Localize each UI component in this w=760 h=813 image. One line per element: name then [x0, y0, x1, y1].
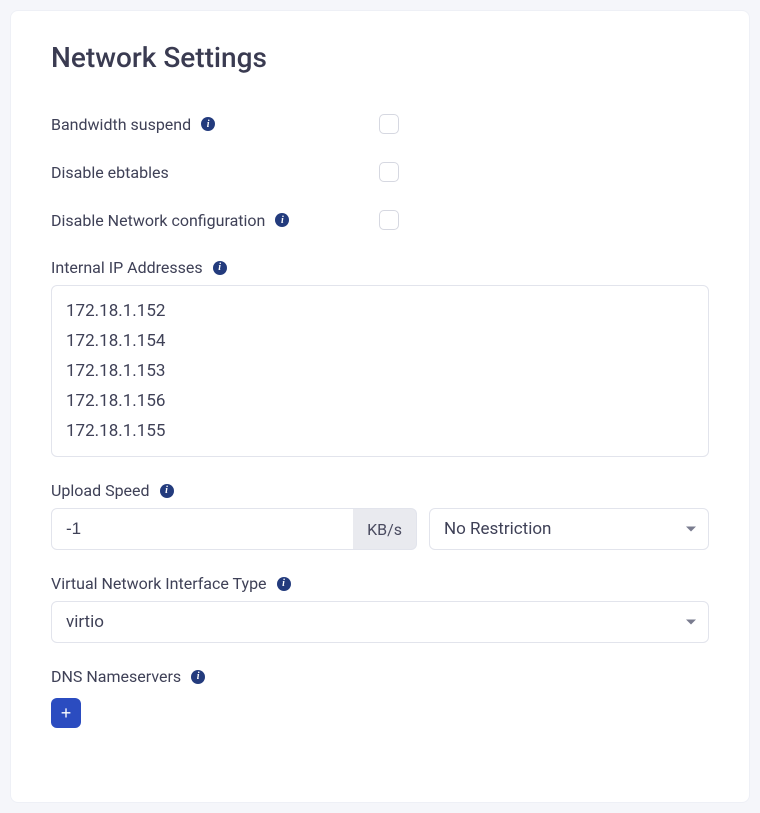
- info-icon[interactable]: i: [275, 213, 289, 227]
- upload-speed-input[interactable]: [51, 508, 354, 550]
- upload-speed-unit: KB/s: [353, 508, 417, 550]
- upload-speed-label-text: Upload Speed: [51, 481, 150, 500]
- vnic-type-label: Virtual Network Interface Type i: [51, 574, 709, 593]
- disable-net-config-row: Disable Network configuration i: [51, 210, 709, 230]
- list-item[interactable]: 172.18.1.155: [66, 416, 694, 446]
- disable-ebtables-label: Disable ebtables: [51, 163, 169, 182]
- disable-net-config-label: Disable Network configuration i: [51, 211, 289, 230]
- list-item[interactable]: 172.18.1.152: [66, 296, 694, 326]
- bandwidth-suspend-label-text: Bandwidth suspend: [51, 115, 191, 134]
- dns-nameservers-section: DNS Nameservers i +: [51, 667, 709, 728]
- dns-nameservers-label: DNS Nameservers i: [51, 667, 709, 686]
- list-item[interactable]: 172.18.1.156: [66, 386, 694, 416]
- disable-ebtables-label-text: Disable ebtables: [51, 163, 169, 182]
- page-title: Network Settings: [51, 41, 709, 74]
- chevron-down-icon: [686, 620, 696, 625]
- list-item[interactable]: 172.18.1.154: [66, 326, 694, 356]
- vnic-type-label-text: Virtual Network Interface Type: [51, 574, 267, 593]
- add-dns-button[interactable]: +: [51, 698, 81, 728]
- bandwidth-suspend-label: Bandwidth suspend i: [51, 115, 215, 134]
- info-icon[interactable]: i: [201, 117, 215, 131]
- disable-ebtables-row: Disable ebtables: [51, 162, 709, 182]
- bandwidth-suspend-checkbox[interactable]: [379, 114, 399, 134]
- vnic-type-select[interactable]: virtio: [51, 601, 709, 643]
- disable-net-config-label-text: Disable Network configuration: [51, 211, 265, 230]
- info-icon[interactable]: i: [277, 577, 291, 591]
- network-settings-card: Network Settings Bandwidth suspend i Dis…: [10, 10, 750, 803]
- list-item[interactable]: 172.18.1.153: [66, 356, 694, 386]
- upload-speed-section: Upload Speed i KB/s No Restriction: [51, 481, 709, 550]
- upload-speed-restriction-select[interactable]: No Restriction: [429, 508, 709, 550]
- internal-ips-label-text: Internal IP Addresses: [51, 258, 203, 277]
- upload-speed-label: Upload Speed i: [51, 481, 709, 500]
- upload-speed-restriction-value: No Restriction: [444, 519, 551, 539]
- info-icon[interactable]: i: [160, 484, 174, 498]
- disable-ebtables-checkbox[interactable]: [379, 162, 399, 182]
- bandwidth-suspend-row: Bandwidth suspend i: [51, 114, 709, 134]
- internal-ips-box: 172.18.1.152 172.18.1.154 172.18.1.153 1…: [51, 285, 709, 457]
- vnic-type-section: Virtual Network Interface Type i virtio: [51, 574, 709, 643]
- vnic-type-value: virtio: [66, 612, 104, 632]
- internal-ips-label: Internal IP Addresses i: [51, 258, 709, 277]
- dns-nameservers-label-text: DNS Nameservers: [51, 667, 181, 686]
- chevron-down-icon: [686, 527, 696, 532]
- info-icon[interactable]: i: [191, 670, 205, 684]
- disable-net-config-checkbox[interactable]: [379, 210, 399, 230]
- internal-ips-section: Internal IP Addresses i 172.18.1.152 172…: [51, 258, 709, 457]
- info-icon[interactable]: i: [213, 261, 227, 275]
